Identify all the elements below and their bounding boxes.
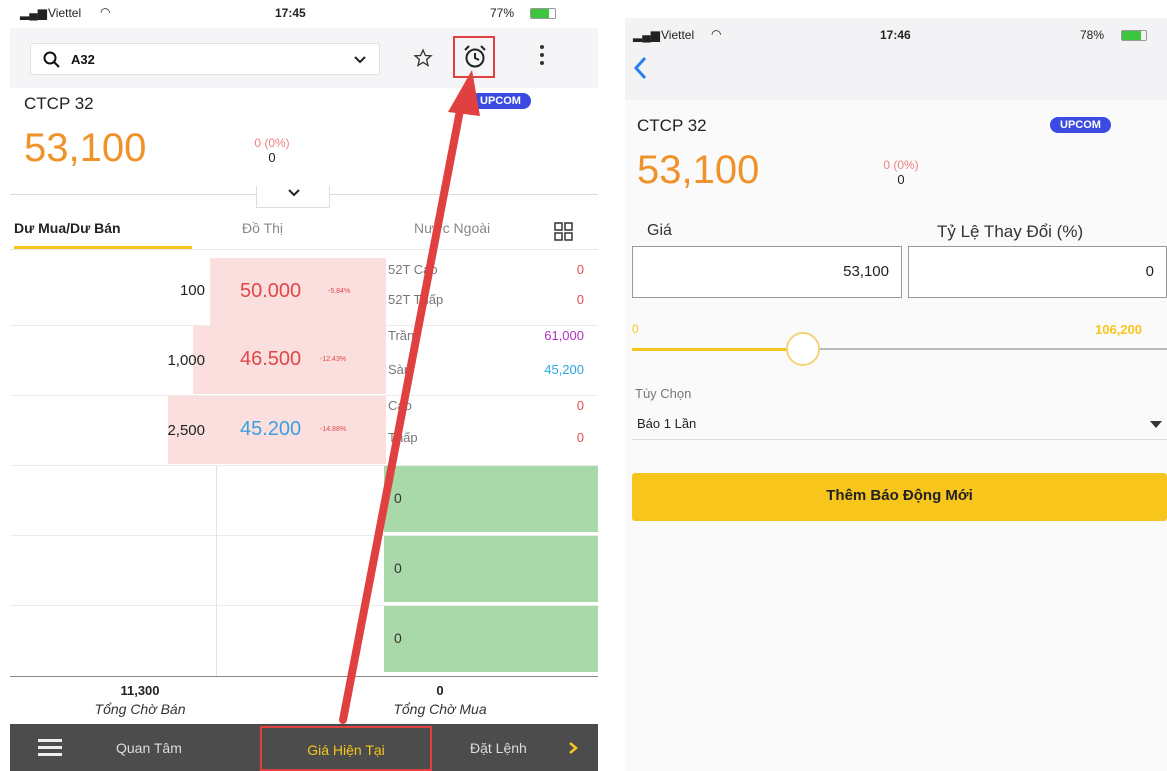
back-arrow-icon[interactable]	[633, 56, 647, 80]
option-label: Tùy Chọn	[635, 386, 692, 401]
top-bar: ▂▄▆ Viettel ◠ 17:46 78%	[625, 18, 1167, 100]
price-input[interactable]: 53,100	[632, 246, 902, 298]
ratio-label: Tỷ Lệ Thay Đổi (%)	[937, 222, 1084, 241]
add-alert-button[interactable]: Thêm Báo Động Mới	[632, 473, 1167, 521]
price-input-value: 53,100	[843, 263, 889, 280]
annotation-arrow	[339, 70, 480, 724]
slider-max: 106,200	[1095, 322, 1142, 337]
slider-track	[820, 348, 1167, 350]
screenshot-root: ▂▄▆ Viettel ◠ 17:45 77% A32 CTCP 32 UPCO…	[0, 0, 1167, 771]
price-change-pct: 0 (0%)	[883, 158, 919, 172]
alert-frequency-select[interactable]: Báo 1 Lần	[632, 410, 1167, 440]
signal-icon: ▂▄▆	[633, 28, 660, 42]
current-price: 53,100	[637, 148, 760, 192]
right-phone-screen: ▂▄▆ Viettel ◠ 17:46 78% CTCP 32 UPCOM 53…	[625, 18, 1167, 771]
ratio-input[interactable]: 0	[908, 246, 1167, 298]
carrier-label: Viettel	[661, 28, 695, 42]
slider-min: 0	[632, 322, 639, 336]
left-phone-screen: ▂▄▆ Viettel ◠ 17:45 77% A32 CTCP 32 UPCO…	[10, 0, 598, 771]
company-name: CTCP 32	[637, 116, 707, 135]
battery-percent: 78%	[1080, 28, 1105, 42]
price-change-abs: 0	[897, 172, 905, 187]
slider-fill	[632, 348, 786, 351]
exchange-badge: UPCOM	[1050, 117, 1111, 133]
battery-icon	[1121, 30, 1147, 41]
price-label: Giá	[647, 222, 672, 239]
dropdown-caret-icon	[1150, 421, 1162, 428]
slider-thumb[interactable]	[786, 332, 820, 366]
wifi-icon: ◠	[711, 27, 722, 41]
ratio-input-value: 0	[1145, 263, 1154, 280]
add-alert-button-label: Thêm Báo Động Mới	[826, 487, 973, 504]
status-time: 17:46	[880, 28, 911, 42]
price-slider[interactable]	[632, 332, 1167, 366]
select-value: Báo 1 Lần	[637, 416, 697, 431]
